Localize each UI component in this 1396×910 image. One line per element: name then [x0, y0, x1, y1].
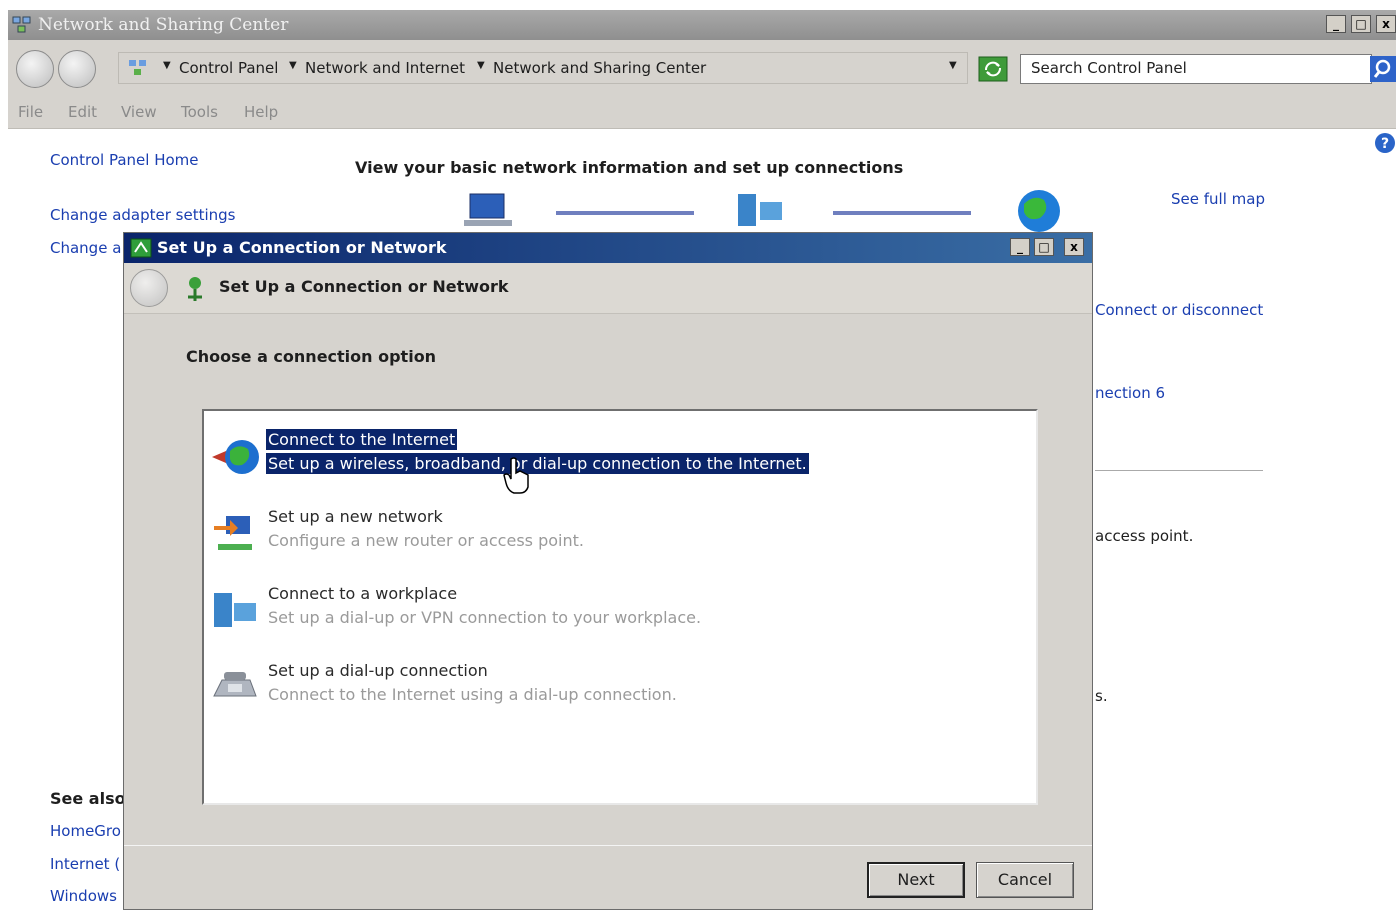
help-icon[interactable]: ? [1374, 132, 1396, 154]
option-title: Set up a new network [268, 507, 443, 526]
windows-firewall-link[interactable]: Windows [50, 887, 117, 905]
dialog-maximize-button[interactable]: □ [1034, 238, 1054, 256]
menu-file[interactable]: File [18, 103, 43, 121]
dialog-footer: Next Cancel [124, 845, 1092, 910]
dialog-titlebar[interactable]: Set Up a Connection or Network _ □ x [124, 233, 1092, 263]
svg-text:?: ? [1381, 136, 1389, 152]
dialog-minimize-button[interactable]: _ [1010, 238, 1030, 256]
control-panel-home-link[interactable]: Control Panel Home [50, 151, 199, 169]
change-advanced-sharing-link[interactable]: Change a [50, 239, 121, 257]
breadcrumb-network-sharing[interactable]: Network and Sharing Center [493, 59, 706, 77]
see-also-heading: See also [50, 789, 126, 808]
change-adapter-settings-link[interactable]: Change adapter settings [50, 206, 236, 224]
network-center-icon [12, 16, 31, 33]
search-input[interactable]: Search Control Panel [1020, 54, 1372, 84]
main-window-title: Network and Sharing Center [38, 15, 289, 35]
option-description: Configure a new router or access point. [268, 531, 584, 550]
divider [1095, 470, 1263, 471]
breadcrumb-control-panel[interactable]: Control Panel [179, 59, 278, 77]
breadcrumb-arrow-icon[interactable]: ▼ [477, 60, 485, 71]
option-connect-internet[interactable]: Connect to the Internet Set up a wireles… [204, 429, 1024, 489]
menu-edit[interactable]: Edit [68, 103, 97, 121]
search-icon[interactable] [1370, 56, 1396, 82]
workplace-icon [214, 593, 256, 627]
refresh-icon[interactable] [978, 56, 1008, 82]
network-line [833, 211, 971, 215]
option-connect-workplace[interactable]: Connect to a workplace Set up a dial-up … [204, 583, 1024, 643]
option-title: Set up a dial-up connection [268, 661, 488, 680]
forward-button[interactable] [58, 50, 96, 88]
option-title: Connect to a workplace [268, 584, 458, 603]
menu-help[interactable]: Help [244, 103, 278, 121]
menu-tools[interactable]: Tools [181, 103, 218, 121]
dialog-title: Set Up a Connection or Network [157, 238, 447, 257]
dialog-close-button[interactable]: x [1064, 238, 1084, 256]
dialog-back-button[interactable] [130, 269, 168, 307]
next-button[interactable]: Next [867, 862, 965, 898]
connection-link[interactable]: nection 6 [1095, 384, 1165, 402]
computer-icon [464, 193, 512, 226]
menu-view[interactable]: View [121, 103, 157, 121]
control-panel-icon [129, 60, 146, 75]
close-button[interactable]: x [1376, 15, 1396, 33]
setup-connection-dialog: Set Up a Connection or Network _ □ x Set… [123, 232, 1093, 910]
network-icon [738, 194, 782, 226]
globe-internet-icon [212, 440, 259, 474]
option-description: Set up a wireless, broadband, or dial-up… [266, 453, 809, 474]
access-point-text: access point. [1095, 527, 1194, 545]
back-button[interactable] [16, 50, 54, 88]
option-description: Connect to the Internet using a dial-up … [268, 685, 677, 704]
option-description: Set up a dial-up or VPN connection to yo… [268, 608, 702, 627]
address-dropdown-icon[interactable]: ▼ [949, 60, 957, 71]
cancel-button[interactable]: Cancel [976, 862, 1074, 898]
dialog-header-title: Set Up a Connection or Network [219, 277, 509, 296]
breadcrumb-arrow-icon[interactable]: ▼ [163, 60, 171, 71]
option-new-network[interactable]: Set up a new network Configure a new rou… [204, 506, 1024, 566]
minimize-button[interactable]: _ [1326, 15, 1346, 33]
network-wizard-icon [188, 277, 202, 301]
connection-option-prompt: Choose a connection option [186, 347, 437, 366]
breadcrumb-network-internet[interactable]: Network and Internet [305, 59, 465, 77]
menu-bar: File Edit View Tools Help [8, 96, 1396, 129]
hand-cursor-icon [503, 457, 529, 494]
setup-network-icon [130, 238, 152, 258]
internet-options-link[interactable]: Internet ( [50, 855, 120, 873]
dialup-phone-icon [213, 672, 257, 697]
homegroup-link[interactable]: HomeGro [50, 822, 121, 840]
address-bar: ▼ Control Panel ▼ Network and Internet ▼… [8, 40, 1396, 96]
connection-option-list[interactable]: Connect to the Internet Set up a wireles… [202, 409, 1038, 805]
new-network-icon [214, 516, 252, 550]
connect-disconnect-link[interactable]: Connect or disconnect [1095, 301, 1263, 319]
fragment-text: s. [1095, 687, 1108, 705]
page-heading: View your basic network information and … [355, 158, 904, 177]
internet-globe-icon [1018, 190, 1060, 232]
network-line [556, 211, 694, 215]
dialog-header: Set Up a Connection or Network [124, 263, 1092, 314]
breadcrumb-arrow-icon[interactable]: ▼ [289, 60, 297, 71]
maximize-button[interactable]: □ [1351, 15, 1371, 33]
main-window-titlebar[interactable]: Network and Sharing Center _ □ x [8, 10, 1396, 40]
address-field[interactable]: ▼ Control Panel ▼ Network and Internet ▼… [118, 52, 968, 84]
option-dialup-connection[interactable]: Set up a dial-up connection Connect to t… [204, 660, 1024, 720]
see-full-map-link[interactable]: See full map [1171, 190, 1265, 208]
option-title: Connect to the Internet [266, 429, 458, 450]
